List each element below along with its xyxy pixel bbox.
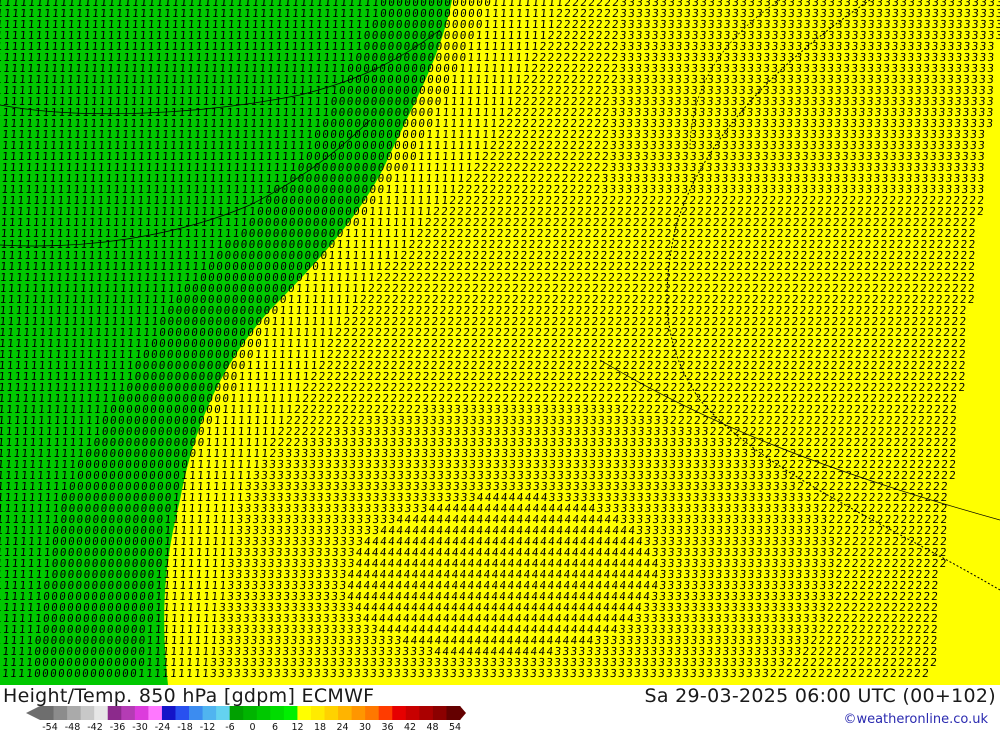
legend-tick-label: 48: [426, 722, 438, 733]
legend-swatch: [53, 706, 68, 720]
map-footer: Height/Temp. 850 hPa [gdpm] ECMWF Sa 29-…: [0, 685, 1000, 733]
legend-swatch: [202, 706, 217, 720]
legend-tick-label: 54: [449, 722, 461, 733]
legend-tick-label: -6: [225, 722, 234, 733]
svg-text:3: 3: [986, 117, 994, 130]
svg-text:2: 2: [958, 381, 966, 394]
legend-swatch: [189, 706, 203, 720]
map-title: Height/Temp. 850 hPa [gdpm] ECMWF: [3, 685, 374, 707]
legend-tick-label: -36: [110, 722, 126, 733]
legend-swatch: [67, 706, 82, 720]
legend-tick-label: 24: [336, 722, 348, 733]
legend-swatch: [405, 706, 420, 720]
legend-swatch: [324, 706, 339, 720]
legend-tick-label: 12: [291, 722, 303, 733]
legend-swatch: [229, 706, 244, 720]
site-credit-link[interactable]: ©weatheronline.co.uk: [843, 712, 988, 727]
legend-swatch: [175, 706, 190, 720]
legend-swatch: [351, 706, 366, 720]
legend-swatch: [216, 706, 231, 720]
legend-tick-label: 6: [272, 722, 278, 733]
weather-map: 1111111111111111111111111111111111111111…: [0, 0, 1000, 685]
legend-tick-label: -42: [87, 722, 103, 733]
legend-swatch: [419, 706, 434, 720]
legend-tick-label: 30: [359, 722, 371, 733]
legend-swatch: [80, 706, 95, 720]
legend-tick-label: -54: [42, 722, 58, 733]
color-scale-legend: [26, 706, 466, 720]
legend-arrow-right: [460, 706, 466, 720]
legend-swatch: [378, 706, 393, 720]
legend-arrow-left: [26, 706, 40, 720]
legend-tick-label: -24: [155, 722, 171, 733]
legend-swatch: [270, 706, 285, 720]
legend-tick-label: 36: [381, 722, 393, 733]
svg-text:2: 2: [967, 293, 975, 306]
legend-swatch: [94, 706, 109, 720]
legend-swatch: [40, 706, 54, 720]
svg-text:2: 2: [976, 205, 984, 218]
legend-swatch: [283, 706, 298, 720]
legend-tick-label: -48: [65, 722, 81, 733]
legend-swatch: [310, 706, 325, 720]
svg-text:3: 3: [995, 29, 1000, 42]
legend-swatch: [297, 706, 312, 720]
legend-swatch: [446, 706, 461, 720]
legend-swatch: [392, 706, 407, 720]
legend-tick-label: -30: [132, 722, 148, 733]
legend-swatch: [121, 706, 136, 720]
legend-tick-label: -12: [200, 722, 216, 733]
legend-tick-label: -18: [177, 722, 193, 733]
legend-swatch: [107, 706, 122, 720]
legend-tick-label: 18: [314, 722, 326, 733]
legend-swatch: [365, 706, 380, 720]
legend-swatch: [134, 706, 149, 720]
legend-swatch: [256, 706, 271, 720]
legend-swatch: [243, 706, 258, 720]
legend-swatch: [161, 706, 176, 720]
legend-swatch: [338, 706, 353, 720]
legend-labels: -54 -48 -42 -36 -30 -24 -18 -12 -6 0 6 12 18 24 30 36 42…: [0, 722, 480, 733]
legend-tick-label: 0: [249, 722, 255, 733]
legend-tick-label: 42: [404, 722, 416, 733]
legend-swatch: [432, 706, 447, 720]
forecast-datetime: Sa 29-03-2025 06:00 UTC (00+102): [645, 685, 997, 707]
legend-swatch: [148, 706, 163, 720]
